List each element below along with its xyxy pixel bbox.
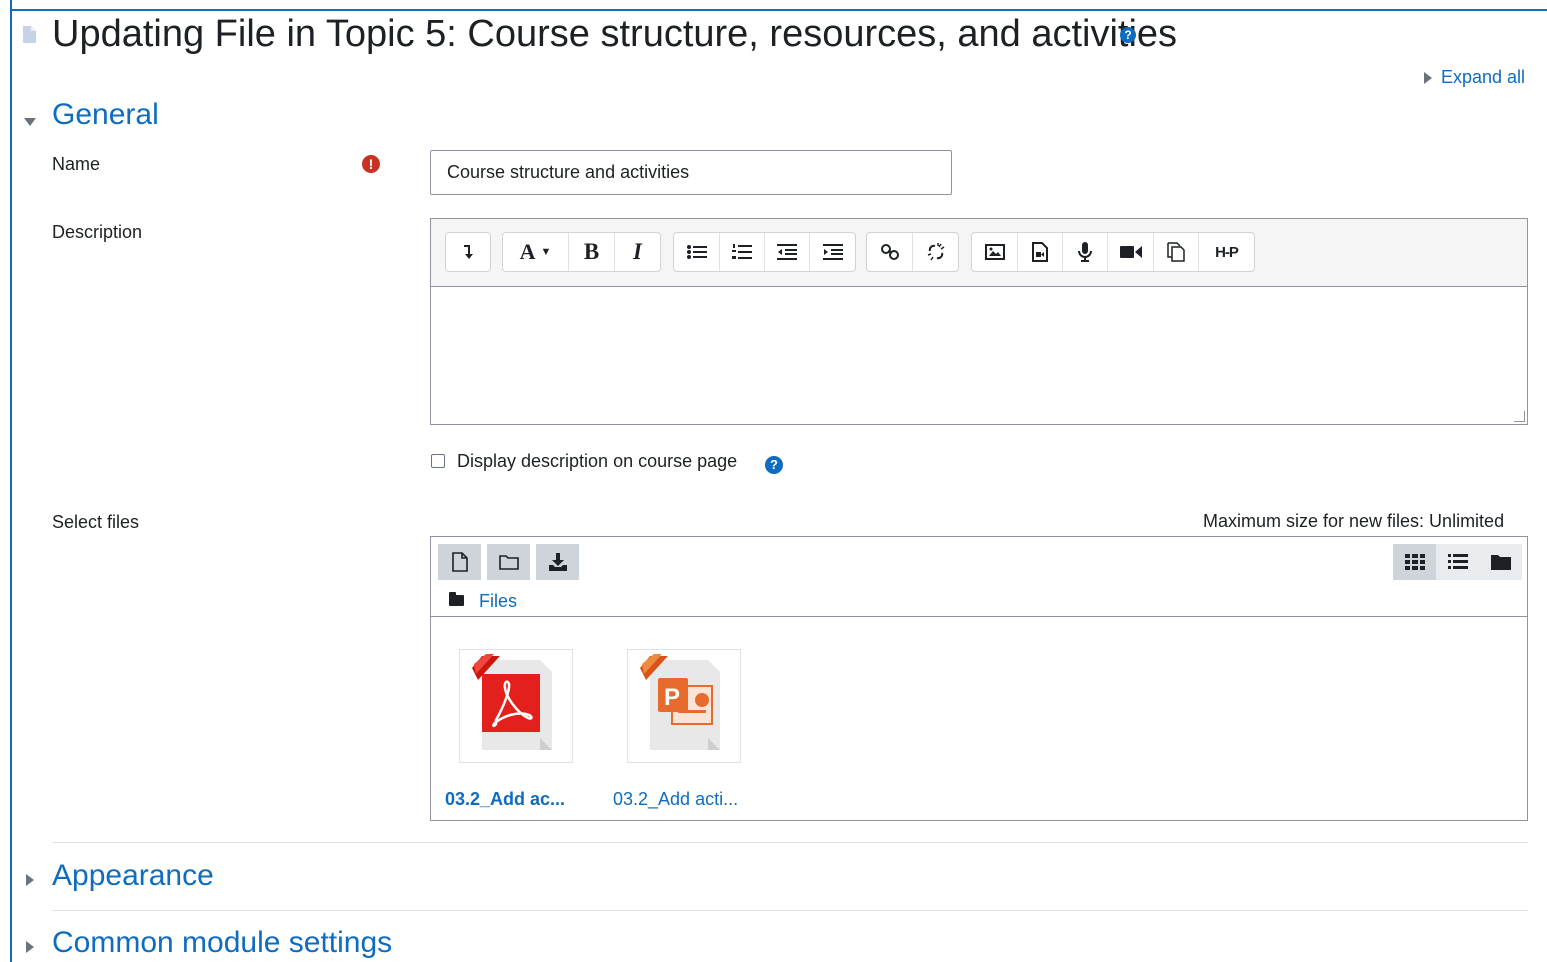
folder-icon <box>449 592 464 606</box>
file-name-pdf[interactable]: 03.2_Add ac... <box>445 789 565 810</box>
create-folder-button[interactable] <box>487 544 530 580</box>
file-icon <box>23 26 36 43</box>
view-icons-button[interactable] <box>1393 544 1436 580</box>
unlink-button[interactable] <box>913 233 958 271</box>
copy-icon <box>1167 242 1185 262</box>
toolbar-group-media: H-P <box>971 232 1255 272</box>
image-icon <box>984 244 1005 260</box>
media-button[interactable] <box>1018 233 1063 271</box>
page-title: Updating File in Topic 5: Course structu… <box>52 13 1178 55</box>
view-tree-button[interactable] <box>1479 544 1522 580</box>
h5p-button[interactable]: H-P <box>1199 233 1254 271</box>
bullet-list-icon <box>686 245 707 259</box>
microphone-button[interactable] <box>1063 233 1108 271</box>
bullet-list-button[interactable] <box>674 233 720 271</box>
window-frame-left <box>10 0 12 962</box>
description-editor[interactable]: A ▼ B I H-P <box>430 218 1528 425</box>
breadcrumb-files[interactable]: Files <box>479 591 517 612</box>
link-button[interactable] <box>867 233 913 271</box>
bold-button[interactable]: B <box>569 233 615 271</box>
display-description-checkbox[interactable] <box>431 454 445 468</box>
download-icon <box>548 553 567 571</box>
section-appearance-header[interactable]: Appearance <box>52 859 214 893</box>
h5p-icon: H-P <box>1215 243 1239 261</box>
file-thumbnail-pdf[interactable] <box>459 649 573 763</box>
caret-right-icon[interactable] <box>26 871 43 889</box>
unlink-icon <box>927 243 944 261</box>
editor-content-area[interactable] <box>431 287 1527 424</box>
microphone-icon <box>1078 242 1092 262</box>
add-file-button[interactable] <box>438 544 481 580</box>
outdent-button[interactable] <box>765 233 810 271</box>
chevron-down-icon: ▼ <box>540 246 552 258</box>
section-divider <box>52 842 1528 843</box>
grid-icon <box>1404 554 1425 570</box>
toggle-toolbar-button[interactable] <box>446 233 490 271</box>
caret-right-icon <box>1424 72 1432 85</box>
list-icon <box>1447 554 1468 569</box>
toggle-toolbar-icon <box>464 245 473 259</box>
file-thumbnail-pptx[interactable]: P <box>627 649 741 763</box>
name-input[interactable]: Course structure and activities <box>430 150 952 195</box>
section-general-header[interactable]: General <box>52 98 159 132</box>
toolbar-group-links <box>866 232 959 272</box>
download-button[interactable] <box>536 544 579 580</box>
link-icon <box>880 244 899 260</box>
view-list-button[interactable] <box>1436 544 1479 580</box>
italic-icon: I <box>633 239 642 264</box>
powerpoint-file-icon: P <box>640 654 720 750</box>
section-common-header[interactable]: Common module settings <box>52 926 392 960</box>
indent-icon <box>822 244 843 260</box>
question-circle-icon[interactable]: ? <box>765 456 783 474</box>
section-divider <box>52 910 1528 911</box>
folder-icon <box>498 555 519 570</box>
name-label: Name <box>52 154 101 174</box>
outdent-icon <box>777 244 797 260</box>
toolbar-group-style: A ▼ B I <box>502 232 661 272</box>
editor-toolbar: A ▼ B I H-P <box>431 219 1527 287</box>
resize-handle-icon[interactable] <box>1514 411 1525 422</box>
select-files-label: Select files <box>52 512 140 532</box>
numbered-list-button[interactable] <box>720 233 765 271</box>
caret-down-icon[interactable] <box>24 113 36 131</box>
svg-text:P: P <box>664 684 680 711</box>
pdf-file-icon <box>472 654 552 750</box>
toolbar-group-toggle <box>445 232 491 272</box>
folder-icon <box>1490 555 1511 570</box>
video-button[interactable] <box>1108 233 1154 271</box>
font-style-button[interactable]: A ▼ <box>503 233 569 271</box>
bold-icon: B <box>583 239 600 264</box>
display-description-label[interactable]: Display description on course page <box>457 451 737 472</box>
file-manager-toolbar: Files <box>431 537 1527 617</box>
description-label: Description <box>52 222 143 242</box>
copy-button[interactable] <box>1154 233 1199 271</box>
toolbar-group-lists <box>673 232 856 272</box>
media-icon <box>1032 242 1048 262</box>
italic-button[interactable]: I <box>615 233 660 271</box>
indent-button[interactable] <box>810 233 855 271</box>
exclamation-circle-icon: ! <box>362 155 380 173</box>
numbered-list-icon <box>732 244 752 259</box>
file-icon <box>451 552 468 572</box>
window-frame-top <box>10 9 1547 11</box>
image-button[interactable] <box>972 233 1018 271</box>
expand-all-link[interactable]: Expand all <box>1424 67 1525 88</box>
caret-right-icon[interactable] <box>26 938 43 956</box>
max-size-text: Maximum size for new files: Unlimited <box>1203 511 1505 531</box>
question-circle-icon[interactable]: ? <box>1120 27 1136 43</box>
file-manager: Files 03.2_Add ac... P 03.2_Add acti... <box>430 536 1528 821</box>
font-style-icon: A <box>519 239 536 264</box>
file-name-pptx[interactable]: 03.2_Add acti... <box>613 789 738 810</box>
video-icon <box>1119 246 1142 258</box>
